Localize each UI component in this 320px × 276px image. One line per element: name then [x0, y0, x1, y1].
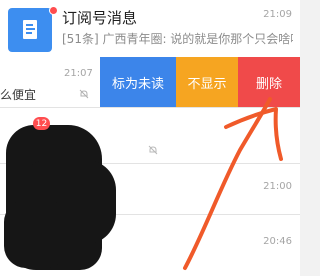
annotation-arrow-icon	[183, 97, 283, 270]
